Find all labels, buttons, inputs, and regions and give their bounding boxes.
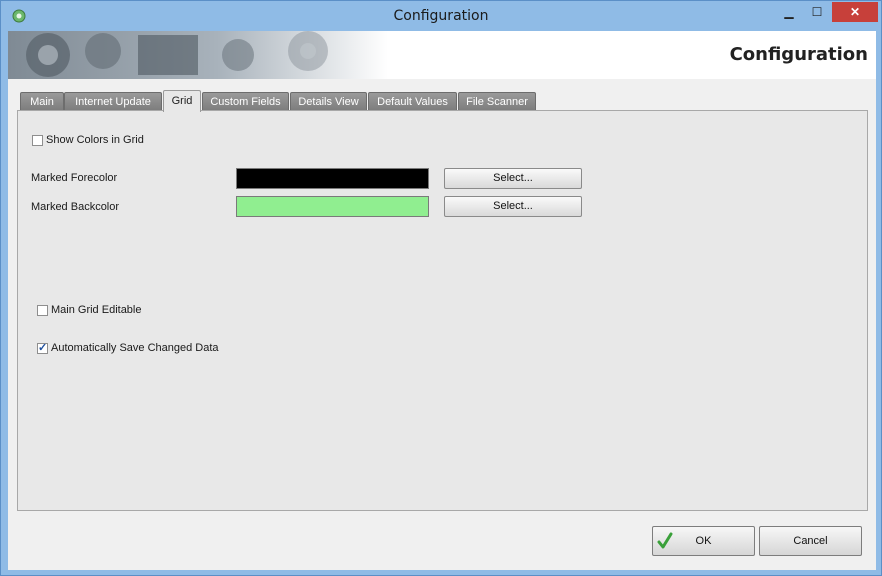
tab-details-view[interactable]: Details View — [290, 92, 367, 111]
tab-main[interactable]: Main — [20, 92, 64, 111]
show-colors-checkbox[interactable] — [32, 135, 43, 146]
marked-backcolor-label: Marked Backcolor — [31, 201, 120, 213]
tab-default-values[interactable]: Default Values — [368, 92, 457, 111]
maximize-button[interactable]: ☐ — [804, 2, 830, 22]
ok-button[interactable]: OK — [652, 526, 755, 556]
select-backcolor-button[interactable]: Select... — [444, 196, 582, 217]
header-banner: Configuration — [8, 31, 876, 79]
ok-button-label: OK — [695, 535, 712, 547]
dialog-client-area: Configuration Main Internet Update Grid … — [8, 31, 876, 570]
main-grid-editable-checkbox[interactable] — [37, 305, 48, 316]
window-title: Configuration — [393, 8, 489, 24]
title-bar[interactable]: Configuration ▁ ☐ ✕ — [1, 1, 881, 31]
tab-file-scanner[interactable]: File Scanner — [458, 92, 536, 111]
marked-backcolor-swatch — [236, 196, 429, 217]
green-check-icon — [657, 532, 673, 549]
tab-grid[interactable]: Grid — [163, 90, 201, 112]
auto-save-checkbox[interactable] — [37, 341, 48, 354]
configuration-window: Configuration ▁ ☐ ✕ Configuration Main I… — [0, 0, 882, 576]
tab-internet-update[interactable]: Internet Update — [64, 92, 162, 111]
tab-custom-fields[interactable]: Custom Fields — [202, 92, 289, 111]
marked-forecolor-label: Marked Forecolor — [31, 172, 118, 184]
cancel-button[interactable]: Cancel — [759, 526, 862, 556]
film-banner-image — [8, 31, 388, 79]
main-grid-editable-label: Main Grid Editable — [51, 304, 142, 316]
banner-title: Configuration — [729, 44, 868, 65]
show-colors-label: Show Colors in Grid — [46, 134, 144, 146]
marked-forecolor-swatch — [236, 168, 429, 189]
close-button[interactable]: ✕ — [832, 2, 878, 22]
minimize-button[interactable]: ▁ — [776, 2, 802, 22]
grid-settings-panel: Show Colors in Grid Marked Forecolor Sel… — [17, 110, 868, 511]
select-forecolor-button[interactable]: Select... — [444, 168, 582, 189]
auto-save-label: Automatically Save Changed Data — [51, 342, 219, 354]
